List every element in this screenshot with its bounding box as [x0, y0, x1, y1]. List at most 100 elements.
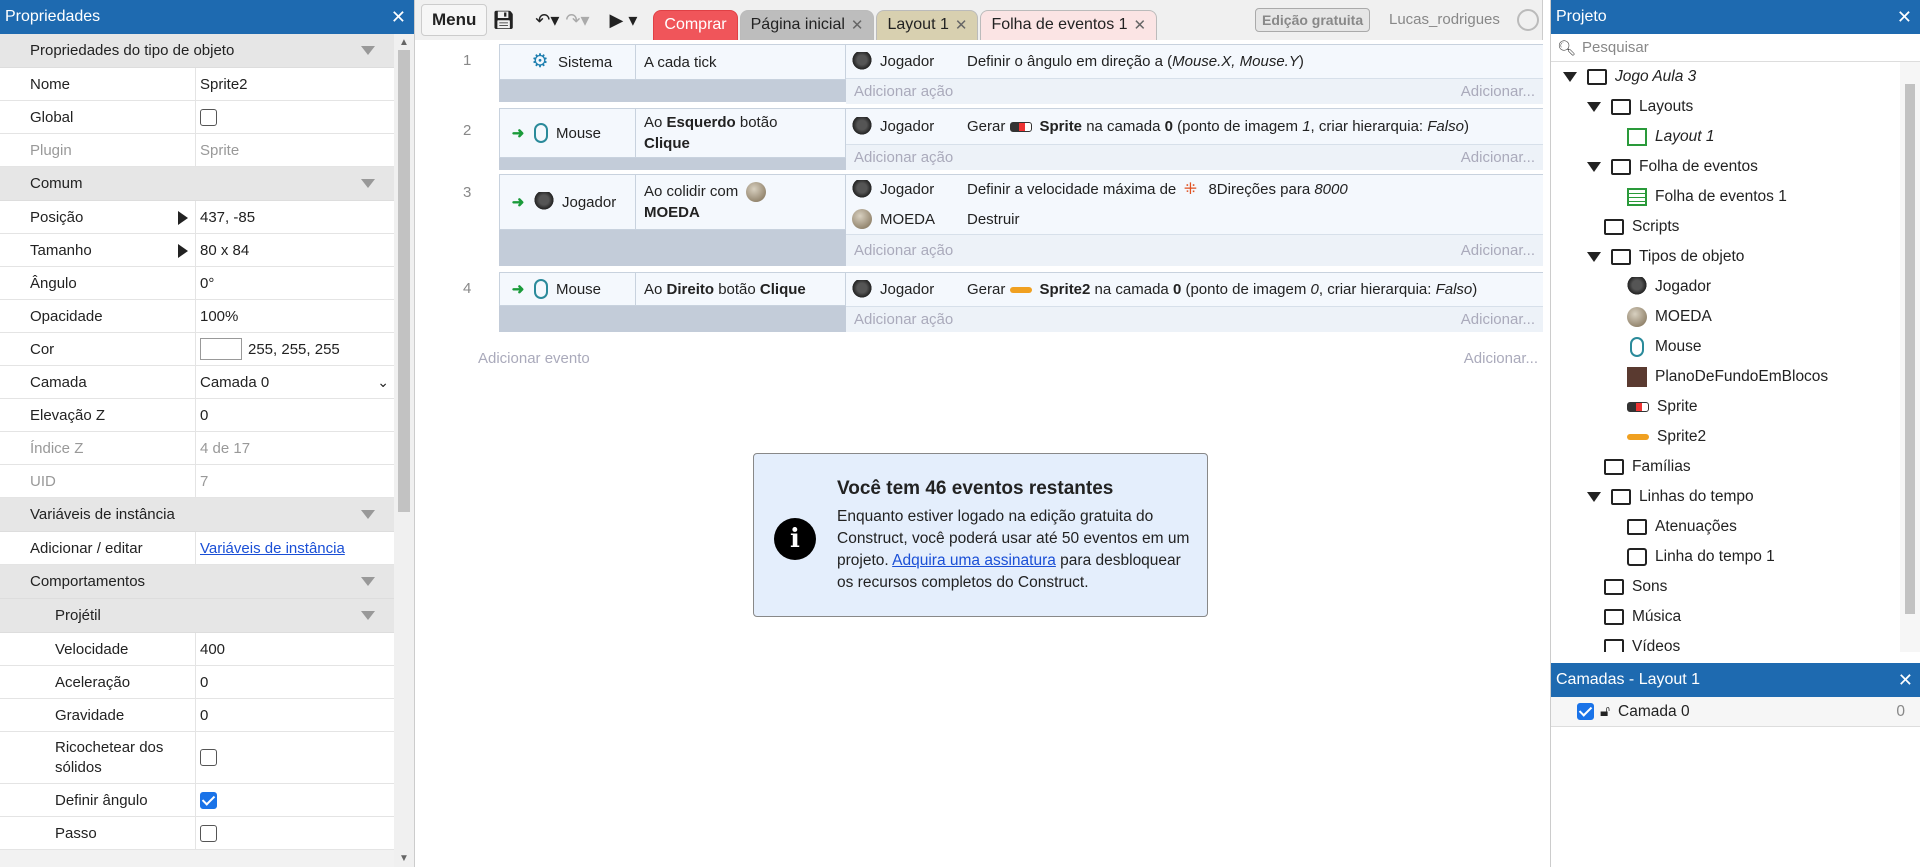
section-object-type[interactable]: Propriedades do tipo de objeto [0, 34, 395, 68]
tree-event-sheet-1[interactable]: Folha de eventos 1 [1551, 182, 1901, 212]
tree-object-jogador[interactable]: Jogador [1551, 272, 1901, 302]
name-field[interactable]: Sprite2 [196, 68, 395, 100]
expand-icon[interactable] [1587, 102, 1601, 112]
tree-object-types[interactable]: Tipos de objeto [1551, 242, 1901, 272]
action[interactable]: Jogador Gerar Sprite2 na camada 0 (ponto… [846, 272, 1543, 306]
condition[interactable]: ➜ Mouse Ao Direito botão Clique [499, 272, 846, 306]
redo-icon[interactable]: ↷▾ [565, 4, 589, 36]
add-more-link[interactable]: Adicionar... [1461, 242, 1535, 259]
add-action-link[interactable]: Adicionar ação [854, 242, 953, 259]
add-action-link[interactable]: Adicionar ação [854, 83, 953, 100]
size-field[interactable]: 80 x 84 [196, 234, 395, 266]
speed-field[interactable]: 400 [196, 633, 395, 665]
close-icon[interactable]: ✕ [391, 0, 406, 34]
collapse-icon[interactable] [361, 179, 375, 188]
tree-event-sheets[interactable]: Folha de eventos [1551, 152, 1901, 182]
close-icon[interactable]: ✕ [955, 16, 968, 34]
tab-home[interactable]: Página inicial ✕ [739, 9, 875, 40]
action[interactable]: Jogador Gerar Sprite na camada 0 (ponto … [846, 108, 1543, 144]
add-more-link[interactable]: Adicionar... [1461, 149, 1535, 166]
tab-comprar[interactable]: Comprar [653, 9, 738, 40]
close-icon[interactable]: ✕ [1898, 663, 1913, 697]
undo-icon[interactable]: ↶▾ [535, 4, 559, 36]
condition[interactable]: ➜ Mouse Ao Esquerdo botão Clique [499, 108, 846, 158]
collapse-icon[interactable] [361, 611, 375, 620]
tree-root[interactable]: Jogo Aula 3 [1551, 62, 1901, 92]
play-icon[interactable]: ▶ ▾ [610, 4, 638, 36]
layer-select[interactable]: Camada 0 ⌄ [196, 366, 395, 398]
tree-timelines[interactable]: Linhas do tempo [1551, 482, 1901, 512]
add-action-row[interactable]: Adicionar ação Adicionar... [846, 234, 1543, 266]
menu-button[interactable]: Menu [421, 4, 488, 36]
expand-icon[interactable] [1587, 162, 1601, 172]
tree-scripts[interactable]: Scripts [1551, 212, 1901, 242]
subscribe-link[interactable]: Adquira uma assinatura [892, 552, 1056, 569]
tree-sounds[interactable]: Sons [1551, 572, 1901, 602]
tree-object-sprite2[interactable]: Sprite2 [1551, 422, 1901, 452]
condition[interactable]: ➜ Jogador Ao colidir com MOEDA [499, 174, 846, 230]
tab-event-sheet[interactable]: Folha de eventos 1 ✕ [980, 9, 1158, 40]
tree-object-sprite[interactable]: Sprite [1551, 392, 1901, 422]
angle-field[interactable]: 0° [196, 267, 395, 299]
close-icon[interactable]: ✕ [851, 16, 864, 34]
close-icon[interactable]: ✕ [1897, 0, 1912, 34]
add-action-row[interactable]: Adicionar ação Adicionar... [846, 144, 1543, 170]
step-checkbox[interactable] [200, 824, 217, 842]
tree-object-moeda[interactable]: MOEDA [1551, 302, 1901, 332]
acceleration-field[interactable]: 0 [196, 666, 395, 698]
tree-layouts[interactable]: Layouts [1551, 92, 1901, 122]
expand-icon[interactable] [1587, 252, 1601, 262]
global-checkbox[interactable] [200, 108, 217, 126]
add-more-link[interactable]: Adicionar... [1461, 83, 1535, 100]
add-action-link[interactable]: Adicionar ação [854, 311, 953, 328]
layer-visible-checkbox[interactable] [1577, 703, 1594, 720]
scroll-up-icon[interactable]: ▲ [399, 37, 409, 48]
tree-music[interactable]: Música [1551, 602, 1901, 632]
collapse-icon[interactable] [361, 510, 375, 519]
tree-videos[interactable]: Vídeos [1551, 632, 1901, 652]
avatar[interactable] [1517, 9, 1539, 31]
color-swatch[interactable] [200, 338, 242, 360]
color-value[interactable]: 255, 255, 255 [248, 341, 340, 358]
project-scrollbar[interactable] [1900, 62, 1920, 652]
tree-families[interactable]: Famílias [1551, 452, 1901, 482]
scrollbar-thumb[interactable] [1905, 84, 1915, 614]
unlock-icon[interactable]: 🔓︎ [1600, 703, 1610, 721]
expand-icon[interactable] [178, 211, 188, 225]
tab-layout[interactable]: Layout 1 ✕ [876, 9, 979, 40]
expand-icon[interactable] [1587, 492, 1601, 502]
action[interactable]: Jogador Definir o ângulo em direção a (M… [846, 44, 1543, 78]
gravity-field[interactable]: 0 [196, 699, 395, 731]
add-more-link[interactable]: Adicionar... [1461, 311, 1535, 328]
scroll-down-icon[interactable]: ▼ [399, 853, 409, 864]
tree-object-plano[interactable]: PlanoDeFundoEmBlocos [1551, 362, 1901, 392]
add-action-row[interactable]: Adicionar ação Adicionar... [846, 306, 1543, 332]
tree-object-mouse[interactable]: Mouse [1551, 332, 1901, 362]
free-edition-badge[interactable]: Edição gratuita [1255, 8, 1371, 32]
expand-icon[interactable] [1563, 72, 1577, 82]
layer-row[interactable]: 🔓︎ Camada 0 0 [1551, 697, 1920, 727]
properties-scrollbar[interactable]: ▲ ▼ [394, 34, 414, 867]
save-icon[interactable]: 💾︎ [492, 4, 515, 36]
set-angle-checkbox[interactable] [200, 791, 217, 809]
position-field[interactable]: 437, -85 [196, 201, 395, 233]
tree-timeline-1[interactable]: Linha do tempo 1 [1551, 542, 1901, 572]
scrollbar-thumb[interactable] [398, 50, 410, 512]
action[interactable]: Jogador Definir a velocidade máxima de ⁜… [846, 174, 1543, 204]
opacity-field[interactable]: 100% [196, 300, 395, 332]
tree-layout-1[interactable]: Layout 1 [1551, 122, 1901, 152]
search-input[interactable]: 🔍︎ Pesquisar [1551, 34, 1920, 62]
collapse-icon[interactable] [361, 46, 375, 55]
section-projectile[interactable]: Projétil [0, 599, 395, 633]
close-icon[interactable]: ✕ [1134, 16, 1147, 34]
section-common[interactable]: Comum [0, 167, 395, 201]
add-more-link[interactable]: Adicionar... [1464, 350, 1538, 367]
action[interactable]: MOEDA Destruir [846, 204, 1543, 234]
add-action-link[interactable]: Adicionar ação [854, 149, 953, 166]
tree-easings[interactable]: Atenuações [1551, 512, 1901, 542]
expand-icon[interactable] [178, 244, 188, 258]
add-event-link[interactable]: Adicionar evento [478, 350, 590, 367]
add-action-row[interactable]: Adicionar ação Adicionar... [846, 78, 1543, 104]
z-elevation-field[interactable]: 0 [196, 399, 395, 431]
instance-vars-link[interactable]: Variáveis de instância [200, 540, 345, 557]
